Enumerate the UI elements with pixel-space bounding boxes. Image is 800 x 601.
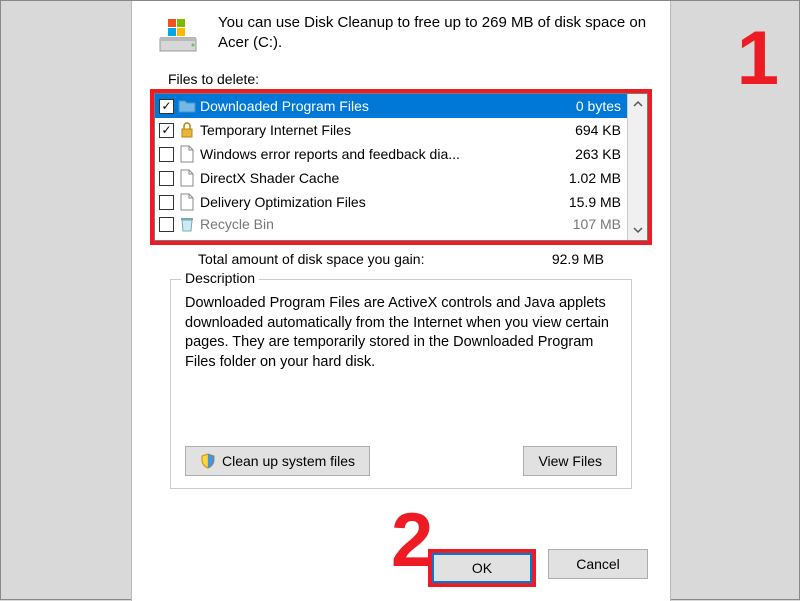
file-size: 1.02 MB: [559, 170, 621, 186]
checkbox[interactable]: [159, 217, 174, 232]
file-size: 0 bytes: [566, 98, 621, 114]
file-size: 263 KB: [565, 146, 621, 162]
clean-up-system-files-button[interactable]: Clean up system files: [185, 446, 370, 476]
file-name: Delivery Optimization Files: [200, 194, 555, 210]
checkbox[interactable]: ✓: [159, 123, 174, 138]
ok-button[interactable]: OK: [432, 553, 532, 583]
list-item[interactable]: ✓ Temporary Internet Files 694 KB: [155, 118, 627, 142]
checkbox[interactable]: ✓: [159, 99, 174, 114]
cancel-button[interactable]: Cancel: [548, 549, 648, 579]
drive-icon: [156, 17, 200, 57]
folder-icon: [178, 97, 196, 115]
lock-icon: [178, 121, 196, 139]
file-name: DirectX Shader Cache: [200, 170, 555, 186]
list-item[interactable]: Delivery Optimization Files 15.9 MB: [155, 190, 627, 214]
scrollbar[interactable]: [627, 94, 647, 240]
description-text: Downloaded Program Files are ActiveX con…: [185, 294, 617, 372]
annotation-box-1: ✓ Downloaded Program Files 0 bytes ✓ Tem…: [150, 89, 652, 245]
file-icon: [178, 145, 196, 163]
button-label: OK: [472, 560, 492, 576]
file-name: Windows error reports and feedback dia..…: [200, 146, 561, 162]
file-size: 15.9 MB: [559, 194, 621, 210]
annotation-number-1: 1: [737, 21, 779, 97]
checkbox[interactable]: [159, 195, 174, 210]
files-listbox[interactable]: ✓ Downloaded Program Files 0 bytes ✓ Tem…: [154, 93, 648, 241]
file-name: Recycle Bin: [200, 216, 559, 232]
file-icon: [178, 169, 196, 187]
total-value: 92.9 MB: [552, 251, 604, 267]
view-files-button[interactable]: View Files: [523, 446, 617, 476]
list-item[interactable]: ✓ Downloaded Program Files 0 bytes: [155, 94, 627, 118]
shield-icon: [200, 453, 216, 469]
files-to-delete-label: Files to delete:: [168, 71, 652, 87]
list-item[interactable]: Windows error reports and feedback dia..…: [155, 142, 627, 166]
file-name: Temporary Internet Files: [200, 122, 561, 138]
checkbox[interactable]: [159, 147, 174, 162]
scroll-up-button[interactable]: [628, 94, 647, 114]
list-item[interactable]: Recycle Bin 107 MB: [155, 214, 627, 234]
file-size: 694 KB: [565, 122, 621, 138]
total-label: Total amount of disk space you gain:: [198, 251, 552, 267]
description-group: Description Downloaded Program Files are…: [170, 279, 632, 489]
file-icon: [178, 193, 196, 211]
button-label: View Files: [538, 453, 602, 469]
summary-text: You can use Disk Cleanup to free up to 2…: [218, 13, 652, 54]
scroll-down-button[interactable]: [628, 220, 647, 240]
annotation-box-2: OK: [428, 549, 536, 587]
recycle-bin-icon: [178, 215, 196, 233]
description-title: Description: [181, 270, 259, 286]
button-label: Cancel: [576, 556, 620, 572]
button-label: Clean up system files: [222, 453, 355, 469]
checkbox[interactable]: [159, 171, 174, 186]
file-size: 107 MB: [563, 216, 621, 232]
total-row: Total amount of disk space you gain: 92.…: [198, 251, 604, 267]
list-item[interactable]: DirectX Shader Cache 1.02 MB: [155, 166, 627, 190]
file-name: Downloaded Program Files: [200, 98, 562, 114]
disk-cleanup-dialog: You can use Disk Cleanup to free up to 2…: [131, 1, 671, 601]
